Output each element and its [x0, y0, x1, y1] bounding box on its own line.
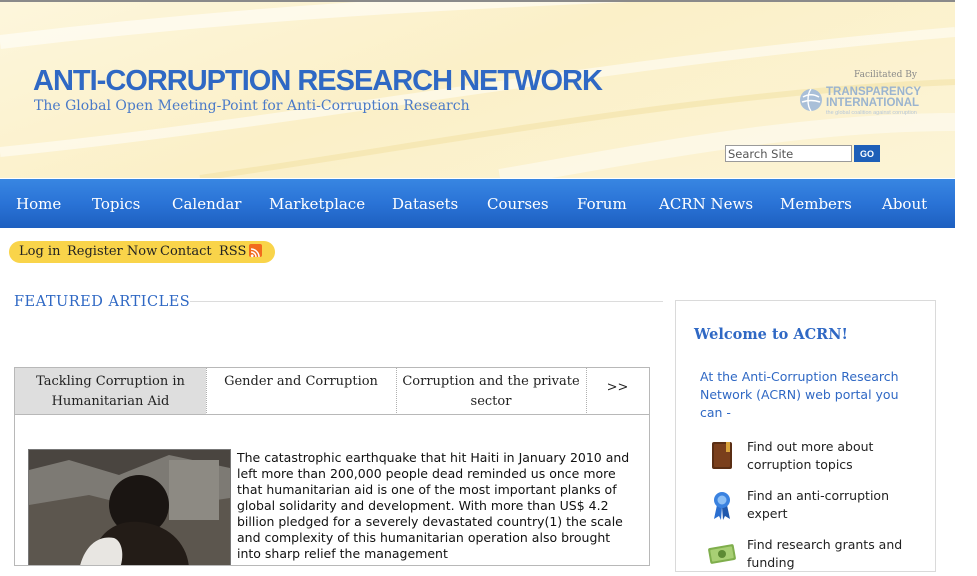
contact-link[interactable]: Contact: [160, 244, 212, 259]
window-right-margin: [955, 0, 977, 557]
sidebar-item-topics[interactable]: Find out more about corruption topics: [706, 438, 926, 478]
tab-private-sector[interactable]: Corruption and the private sector: [396, 368, 586, 415]
book-icon: [712, 442, 732, 469]
nav-about[interactable]: About: [882, 195, 927, 213]
welcome-title: Welcome to ACRN!: [694, 326, 848, 343]
rss-icon[interactable]: [249, 244, 262, 258]
logo-name: TRANSPARENCY INTERNATIONAL: [826, 86, 921, 109]
nav-calendar[interactable]: Calendar: [172, 195, 241, 213]
tab-humanitarian-aid[interactable]: Tackling Corruption in Humanitarian Aid: [15, 368, 206, 415]
nav-forum[interactable]: Forum: [577, 195, 627, 213]
search-input[interactable]: [725, 145, 852, 162]
ribbon-award-icon: [714, 492, 730, 520]
sidebar-item-label: Find research grants and funding: [747, 537, 903, 570]
sidebar-item-grants[interactable]: Find research grants and funding: [706, 536, 926, 576]
welcome-sidebar: Welcome to ACRN! At the Anti-Corruption …: [675, 300, 936, 572]
nav-acrn-news[interactable]: ACRN News: [659, 195, 753, 213]
welcome-intro: At the Anti-Corruption Research Network …: [700, 369, 899, 420]
nav-members[interactable]: Members: [780, 195, 852, 213]
site-header: ANTI-CORRUPTION RESEARCH NETWORK The Glo…: [0, 2, 955, 178]
facilitated-by-label: Facilitated By: [854, 70, 917, 80]
search-go-button[interactable]: GO: [854, 145, 880, 162]
nav-topics[interactable]: Topics: [92, 195, 140, 213]
featured-articles-heading: FEATURED ARTICLES: [14, 294, 191, 310]
sidebar-item-label: Find an anti-corruption expert: [747, 488, 889, 521]
globe-icon: [800, 88, 822, 112]
site-tagline: The Global Open Meeting-Point for Anti-C…: [34, 98, 470, 114]
user-links-bar: Log in Register Now Contact RSS: [9, 241, 275, 263]
register-link[interactable]: Register Now: [67, 244, 157, 259]
logo-subtitle: the global coalition against corruption: [826, 110, 917, 116]
featured-article: The catastrophic earthquake that hit Hai…: [14, 414, 650, 566]
main-navigation: Home Topics Calendar Marketplace Dataset…: [0, 179, 955, 228]
nav-home[interactable]: Home: [16, 195, 61, 213]
article-image[interactable]: [28, 449, 231, 565]
nav-courses[interactable]: Courses: [487, 195, 549, 213]
login-link[interactable]: Log in: [19, 244, 60, 259]
article-excerpt: The catastrophic earthquake that hit Hai…: [237, 450, 630, 561]
site-title[interactable]: ANTI-CORRUPTION RESEARCH NETWORK: [33, 65, 603, 98]
transparency-international-logo[interactable]: TRANSPARENCY INTERNATIONAL the global coa…: [799, 86, 923, 118]
money-icon: [708, 544, 736, 564]
tab-next-button[interactable]: >>: [586, 368, 649, 415]
sidebar-item-label: Find out more about corruption topics: [747, 439, 874, 472]
sidebar-item-expert[interactable]: Find an anti-corruption expert: [706, 487, 926, 527]
tab-gender-corruption[interactable]: Gender and Corruption: [206, 368, 396, 415]
featured-tabs: Tackling Corruption in Humanitarian Aid G…: [14, 367, 650, 415]
rss-link[interactable]: RSS: [219, 244, 246, 259]
nav-marketplace[interactable]: Marketplace: [269, 195, 365, 213]
nav-datasets[interactable]: Datasets: [392, 195, 458, 213]
featured-divider: [190, 301, 663, 302]
